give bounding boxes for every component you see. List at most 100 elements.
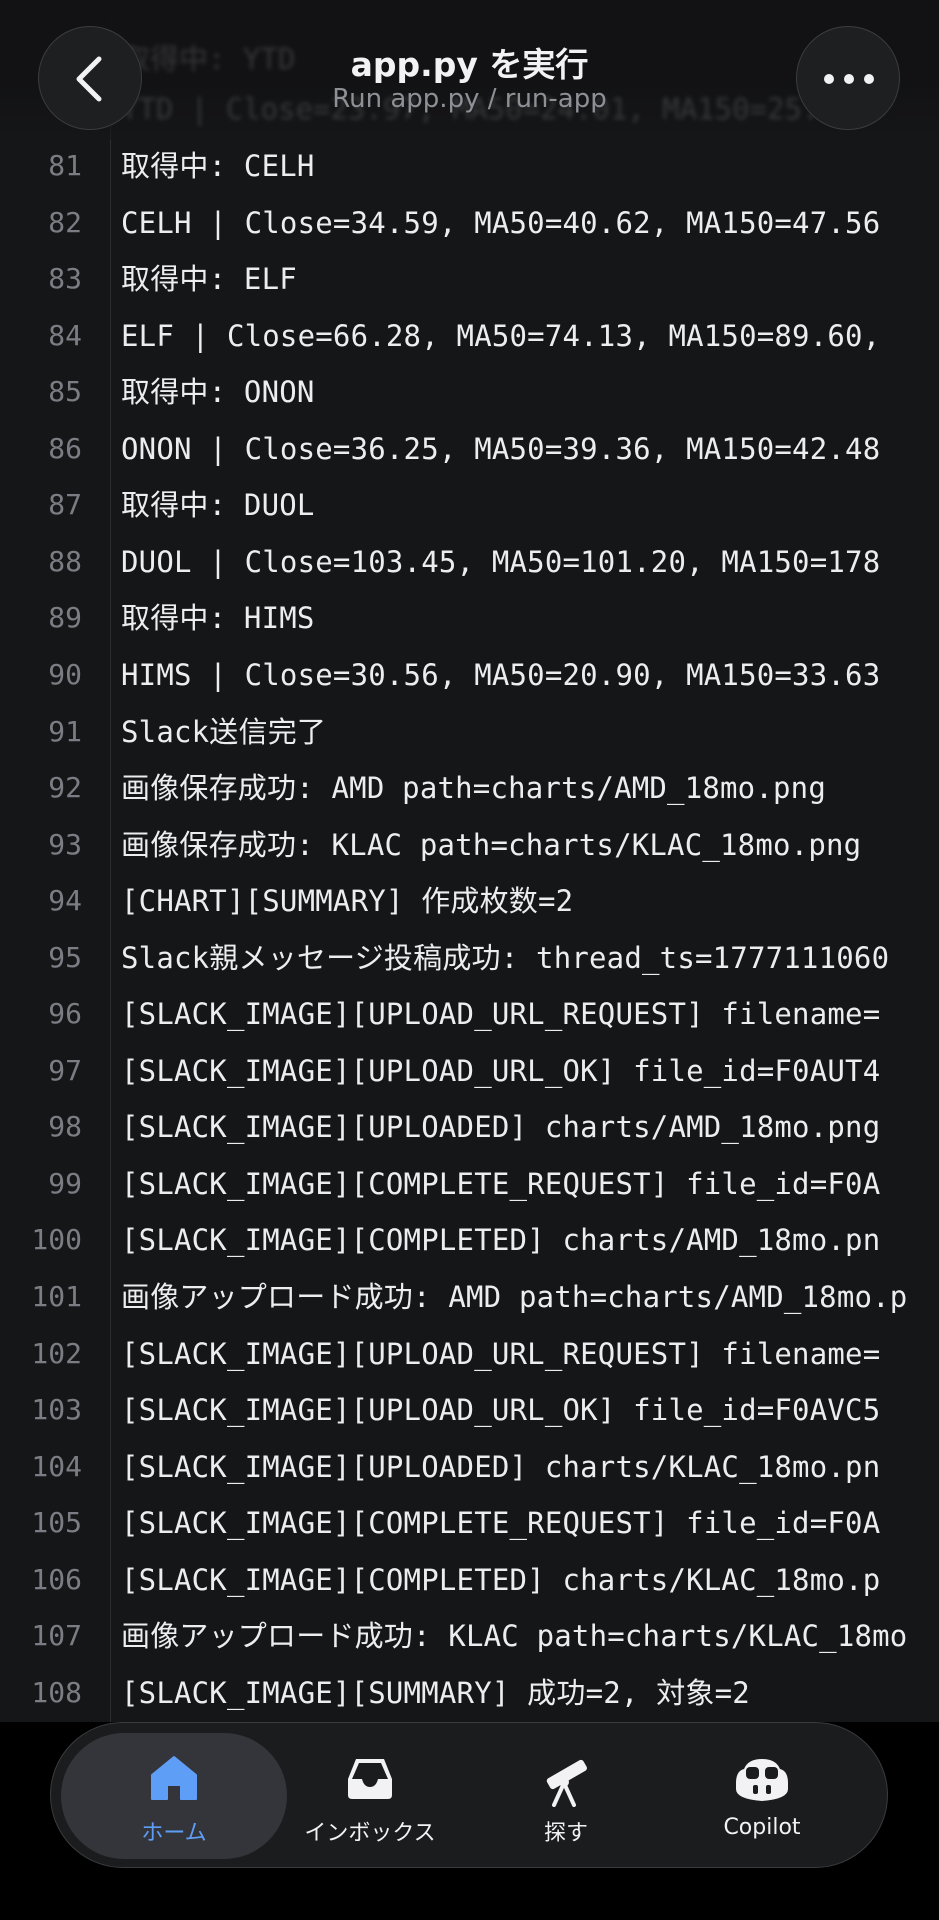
log-text: DUOL | Close=103.45, MA50=101.20, MA150=… [121, 544, 881, 579]
chevron-left-icon [76, 56, 102, 102]
line-number: 90 [48, 657, 82, 691]
log-text: 取得中: HIMS [121, 601, 315, 636]
log-text: 取得中: ONON [121, 375, 315, 410]
line-number: 104 [31, 1449, 82, 1483]
log-line: 102 [SLACK_IMAGE][UPLOAD_URL_REQUEST] fil… [0, 1326, 939, 1382]
log-line: 108 [SLACK_IMAGE][SUMMARY] 成功=2, 対象=2 [0, 1665, 939, 1721]
run-log-screen: 81 取得中: CELH 82 CELH | Close=34.59, MA50=40… [0, 0, 939, 1920]
line-number: 96 [48, 997, 82, 1031]
log-text: 画像アップロード成功: KLAC path=charts/KLAC_18mo [121, 1619, 908, 1654]
log-line: 104 [SLACK_IMAGE][UPLOADED] charts/KLAC_1… [0, 1439, 939, 1495]
log-line: 90 HIMS | Close=30.56, MA50=20.90, MA150=… [0, 647, 939, 703]
log-text: [SLACK_IMAGE][UPLOAD_URL_OK] file_id=F0A… [121, 1393, 881, 1428]
log-text: Slack送信完了 [121, 714, 327, 749]
log-text: CELH | Close=34.59, MA50=40.62, MA150=47… [121, 205, 881, 240]
log-text: 画像保存成功: AMD path=charts/AMD_18mo.png [121, 771, 826, 806]
line-number: 98 [48, 1110, 82, 1144]
line-number: 97 [48, 1053, 82, 1087]
log-line: 85 取得中: ONON [0, 364, 939, 420]
log-line: 107 画像アップロード成功: KLAC path=charts/KLAC_18m… [0, 1608, 939, 1664]
log-line: 96 [SLACK_IMAGE][UPLOAD_URL_REQUEST] file… [0, 986, 939, 1042]
log-text: [SLACK_IMAGE][COMPLETE_REQUEST] file_id=… [121, 1506, 881, 1541]
log-text: HIMS | Close=30.56, MA50=20.90, MA150=33… [121, 657, 881, 692]
line-number: 99 [48, 1166, 82, 1200]
log-line: 106 [SLACK_IMAGE][COMPLETED] charts/KLAC_… [0, 1552, 939, 1608]
line-number: 94 [48, 884, 82, 918]
copilot-icon [736, 1759, 788, 1801]
line-number: 85 [48, 375, 82, 409]
tab-home-label: ホーム [141, 1821, 207, 1846]
line-number: 102 [31, 1336, 82, 1370]
log-text: [SLACK_IMAGE][COMPLETED] charts/KLAC_18m… [121, 1562, 881, 1597]
log-text: ONON | Close=36.25, MA50=39.36, MA150=42… [121, 431, 881, 466]
log-line: 100 [SLACK_IMAGE][COMPLETED] charts/AMD_1… [0, 1212, 939, 1268]
tab-inbox[interactable]: インボックス [257, 1733, 483, 1859]
log-text: 取得中: CELH [121, 149, 315, 183]
log-line: 98 [SLACK_IMAGE][UPLOADED] charts/AMD_18m… [0, 1099, 939, 1155]
line-number: 106 [31, 1562, 82, 1596]
line-number: 84 [48, 318, 82, 352]
log-line: 92 画像保存成功: AMD path=charts/AMD_18mo.png [0, 760, 939, 816]
home-icon [151, 1756, 197, 1800]
inbox-icon [348, 1759, 392, 1799]
line-number: 89 [48, 601, 82, 635]
log-text: 画像アップロード成功: AMD path=charts/AMD_18mo.p [121, 1280, 908, 1314]
log-line: 97 [SLACK_IMAGE][UPLOAD_URL_OK] file_id=F… [0, 1043, 939, 1099]
log-text: [SLACK_IMAGE][UPLOAD_URL_REQUEST] filena… [121, 1336, 881, 1371]
log-text: [SLACK_IMAGE][COMPLETED] charts/AMD_18mo… [121, 1223, 881, 1258]
back-button[interactable] [38, 26, 142, 130]
line-number: 91 [48, 714, 82, 748]
line-number: 93 [48, 827, 82, 861]
log-text: Slack親メッセージ投稿成功: thread_ts=1777111060 [121, 940, 890, 975]
log-line: 81 取得中: CELH [0, 138, 939, 194]
telescope-icon [546, 1759, 587, 1807]
log-text: [SLACK_IMAGE][UPLOADED] charts/KLAC_18mo… [121, 1449, 881, 1484]
line-number: 86 [48, 431, 82, 465]
log-line: 89 取得中: HIMS [0, 590, 939, 646]
log-text: [SLACK_IMAGE][SUMMARY] 成功=2, 対象=2 [121, 1675, 750, 1710]
line-number: 87 [48, 488, 82, 522]
log-line: 84 ELF | Close=66.28, MA50=74.13, MA150=8… [0, 308, 939, 364]
log-line: 88 DUOL | Close=103.45, MA50=101.20, MA15… [0, 534, 939, 590]
log-line: 105 [SLACK_IMAGE][COMPLETE_REQUEST] file_… [0, 1495, 939, 1551]
tab-home[interactable]: ホーム [61, 1733, 287, 1859]
line-number: 105 [31, 1506, 82, 1540]
log-line: 82 CELH | Close=34.59, MA50=40.62, MA150=… [0, 195, 939, 251]
log-line: 95 Slack親メッセージ投稿成功: thread_ts=1777111060 [0, 930, 939, 986]
log-text: 取得中: ELF [121, 262, 297, 297]
log-line: 87 取得中: DUOL [0, 477, 939, 533]
log-text: 取得中: DUOL [121, 488, 315, 523]
more-options-button[interactable] [796, 26, 900, 130]
line-number: 81 [48, 149, 82, 182]
line-number: 88 [48, 544, 82, 578]
log-line: 94 [CHART][SUMMARY] 作成枚数=2 [0, 873, 939, 929]
tab-copilot[interactable]: Copilot [649, 1733, 875, 1859]
log-line: 103 [SLACK_IMAGE][UPLOAD_URL_OK] file_id=… [0, 1382, 939, 1438]
log-line: 91 Slack送信完了 [0, 704, 939, 760]
line-number: 107 [31, 1619, 82, 1653]
log-text: [SLACK_IMAGE][UPLOAD_URL_REQUEST] filena… [121, 997, 881, 1032]
tab-explore-label: 探す [543, 1821, 588, 1846]
log-line: 99 [SLACK_IMAGE][COMPLETE_REQUEST] file_i… [0, 1156, 939, 1212]
log-text: 画像保存成功: KLAC path=charts/KLAC_18mo.png [121, 827, 862, 862]
tab-explore[interactable]: 探す [453, 1733, 679, 1859]
line-number: 101 [31, 1280, 82, 1313]
log-text: [SLACK_IMAGE][UPLOAD_URL_OK] file_id=F0A… [121, 1053, 881, 1088]
line-number: 95 [48, 940, 82, 974]
line-number: 108 [31, 1675, 82, 1709]
tab-copilot-label: Copilot [723, 1815, 801, 1840]
tab-bar: ホーム インボックス 探す Copilot [50, 1722, 888, 1868]
log-line: 101 画像アップロード成功: AMD path=charts/AMD_18mo.… [0, 1269, 939, 1325]
log-line: 86 ONON | Close=36.25, MA50=39.36, MA150=… [0, 421, 939, 477]
log-line: 93 画像保存成功: KLAC path=charts/KLAC_18mo.png [0, 817, 939, 873]
log-text: [SLACK_IMAGE][COMPLETE_REQUEST] file_id=… [121, 1166, 881, 1201]
log-output[interactable]: 81 取得中: CELH 82 CELH | Close=34.59, MA50=40… [0, 0, 939, 1722]
line-number: 83 [48, 262, 82, 296]
line-number: 103 [31, 1393, 82, 1427]
log-text: ELF | Close=66.28, MA50=74.13, MA150=89.… [121, 318, 881, 353]
ellipsis-icon [824, 74, 874, 84]
line-number: 82 [48, 205, 82, 239]
log-text: [SLACK_IMAGE][UPLOADED] charts/AMD_18mo.… [121, 1110, 881, 1145]
log-text: [CHART][SUMMARY] 作成枚数=2 [121, 884, 574, 919]
log-line: 83 取得中: ELF [0, 251, 939, 307]
